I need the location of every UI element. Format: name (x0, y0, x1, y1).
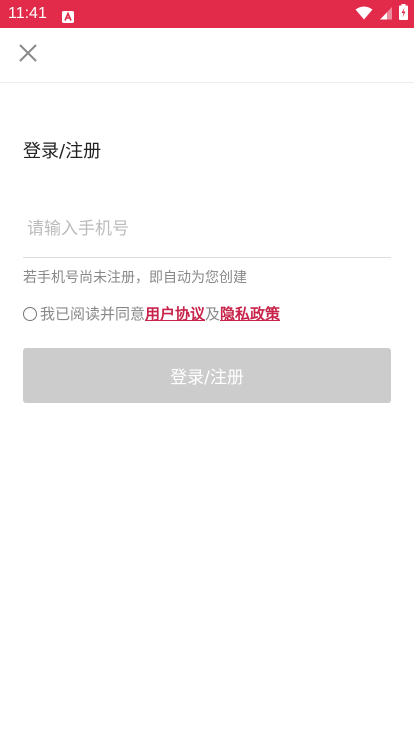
app-notification-icon (62, 8, 74, 23)
login-register-button[interactable]: 登录/注册 (23, 348, 391, 403)
agree-radio[interactable] (23, 307, 37, 321)
top-bar (0, 28, 414, 83)
wifi-icon (355, 5, 373, 24)
signal-icon (379, 5, 393, 24)
status-icons (355, 4, 408, 24)
agreement-prefix: 我已阅读并同意 (40, 305, 146, 323)
status-bar: 11:41 (0, 0, 414, 28)
page-title: 登录/注册 (23, 141, 102, 162)
user-agreement-link[interactable]: 用户协议 (145, 303, 205, 325)
close-button[interactable] (10, 37, 46, 73)
status-time: 11:41 (8, 5, 47, 22)
phone-field (23, 205, 391, 258)
agreement-conjunction: 及 (205, 305, 221, 323)
agreement-row: 我已阅读并同意 用户协议 及 隐私政策 (23, 303, 280, 325)
phone-input[interactable] (23, 205, 391, 253)
battery-charging-icon (399, 4, 408, 24)
privacy-policy-link[interactable]: 隐私政策 (220, 303, 280, 325)
register-hint: 若手机号尚未注册，即自动为您创建 (23, 270, 247, 286)
close-icon (19, 44, 37, 66)
login-register-button-label: 登录/注册 (170, 368, 244, 388)
